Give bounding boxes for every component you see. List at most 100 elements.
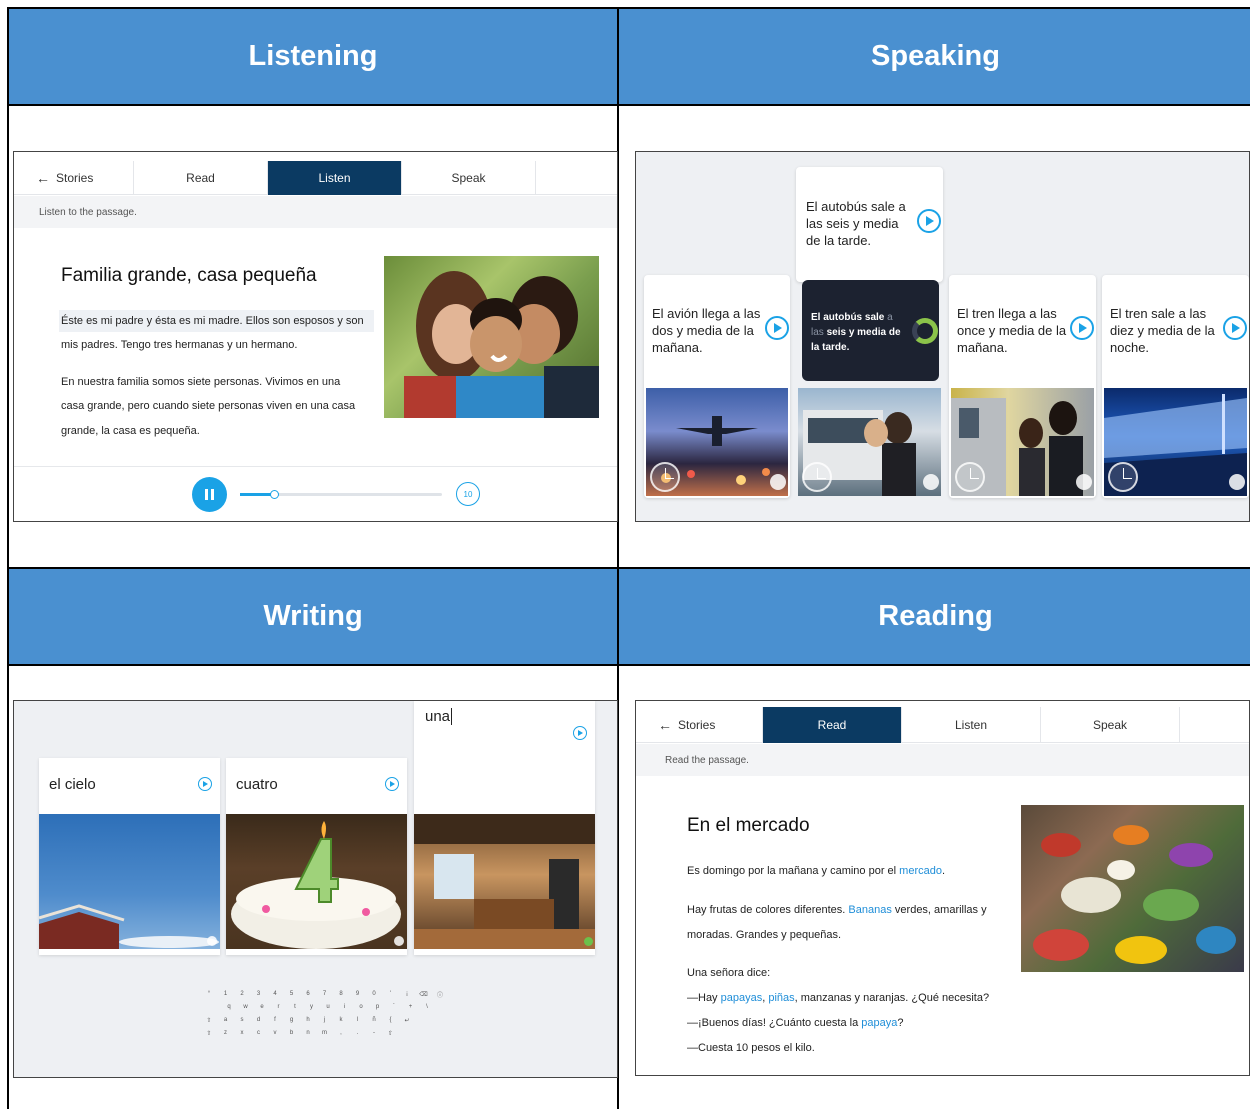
vocab-link-mercado[interactable]: mercado	[899, 865, 942, 877]
keyboard-key[interactable]: z	[218, 1028, 233, 1038]
photo-play-icon[interactable]	[1229, 474, 1245, 490]
vocab-link-bananas[interactable]: Bananas	[848, 904, 891, 916]
play-icon	[578, 730, 583, 736]
photo-play-icon[interactable]	[394, 936, 404, 946]
keyboard-key[interactable]: 8	[334, 989, 348, 999]
keyboard-key[interactable]: k	[334, 1015, 348, 1025]
word-label-sky: el cielo	[49, 776, 96, 793]
keyboard-key[interactable]	[354, 1043, 442, 1053]
keyboard-key[interactable]: 3	[251, 989, 266, 999]
keyboard-key[interactable]	[202, 1043, 260, 1053]
tab-listen[interactable]: Listen	[902, 707, 1041, 743]
keyboard-key[interactable]: y	[304, 1002, 319, 1012]
keyboard-key[interactable]: c	[251, 1028, 266, 1038]
keyboard-key[interactable]: i	[337, 1002, 352, 1012]
progress-handle[interactable]	[270, 490, 279, 499]
keyboard-key[interactable]: f	[268, 1015, 282, 1025]
keyboard-key[interactable]: p	[370, 1002, 385, 1012]
keyboard-key[interactable]: ñ	[367, 1015, 381, 1025]
keyboard-key[interactable]: q	[222, 1002, 236, 1012]
keyboard-key[interactable]: ¡	[400, 989, 414, 999]
night-train-photo	[1104, 388, 1247, 496]
keyboard-key[interactable]: 6	[301, 989, 315, 999]
vocab-link-papayas[interactable]: papayas	[721, 992, 763, 1004]
progress-track[interactable]	[240, 490, 442, 499]
photo-play-icon[interactable]	[207, 936, 217, 946]
keyboard-key[interactable]: j	[317, 1015, 332, 1025]
keyboard-key[interactable]: 0	[367, 989, 381, 999]
card-2-play-button[interactable]	[917, 209, 941, 233]
play-icon	[203, 781, 208, 787]
keyboard-key[interactable]: l	[350, 1015, 365, 1025]
keyboard-key[interactable]: u	[321, 1002, 335, 1012]
card-3-play-button[interactable]	[1070, 316, 1094, 340]
keyboard-key[interactable]: x	[235, 1028, 249, 1038]
keyboard-key[interactable]: e	[255, 1002, 269, 1012]
tab-read[interactable]: Read	[763, 707, 902, 743]
keyboard-key[interactable]: b	[284, 1028, 299, 1038]
keyboard-key[interactable]: w	[238, 1002, 253, 1012]
keyboard-key[interactable]: 1	[218, 989, 233, 999]
writing-screenshot: una el cielo c u a tr o ° 1 2 3 4 5 6 7 8 9 …	[13, 700, 618, 1078]
keyboard-key[interactable]: m	[317, 1028, 332, 1038]
tab-stories[interactable]: ← Stories	[636, 707, 763, 743]
keyboard-key[interactable]: ´	[387, 1002, 401, 1012]
keyboard-spacebar[interactable]	[264, 1043, 344, 1053]
keyboard-key[interactable]: n	[301, 1028, 315, 1038]
keyboard-key[interactable]: -	[367, 1028, 381, 1038]
typing-card-play-button[interactable]	[573, 726, 587, 740]
passage-line-5: grande, la casa es pequeña.	[61, 425, 200, 437]
card-1-play-button[interactable]	[765, 316, 789, 340]
keyboard-key[interactable]: '	[383, 989, 398, 999]
four-play-button[interactable]	[385, 777, 399, 791]
keyboard-key[interactable]: o	[354, 1002, 368, 1012]
keyboard-key[interactable]: r	[271, 1002, 286, 1012]
keyboard-key[interactable]: +	[403, 1002, 418, 1012]
keyboard-key[interactable]	[348, 1043, 352, 1053]
card-4-play-button[interactable]	[1223, 316, 1247, 340]
keyboard-key[interactable]: d	[251, 1015, 266, 1025]
tab-stories[interactable]: ← Stories	[14, 161, 134, 195]
vocab-link-pinas[interactable]: piñas	[768, 992, 794, 1004]
keyboard-key[interactable]: .	[350, 1028, 365, 1038]
keyboard-key[interactable]: ⓘ	[433, 989, 447, 999]
keyboard-key[interactable]: h	[301, 1015, 315, 1025]
keyboard-key[interactable]: {	[383, 1015, 398, 1025]
pause-button[interactable]	[192, 477, 227, 512]
keyboard-key[interactable]: 2	[235, 989, 249, 999]
photo-play-icon[interactable]	[1076, 474, 1092, 490]
tab-listen[interactable]: Listen	[268, 161, 402, 195]
passage-line-2: Hay frutas de colores diferentes. Banana…	[687, 904, 987, 916]
keyboard-key[interactable]: ,	[334, 1028, 348, 1038]
keyboard-key[interactable]: ⇧	[383, 1028, 398, 1038]
keyboard-key[interactable]: ⇧	[202, 1028, 216, 1038]
keyboard-key[interactable]: 5	[284, 989, 299, 999]
card-4: El tren sale a las diez y media de la no…	[1102, 275, 1249, 498]
keyboard-key[interactable]: 4	[268, 989, 282, 999]
keyboard-key[interactable]: ⌫	[416, 989, 431, 999]
keyboard-key[interactable]: \	[420, 1002, 434, 1012]
photo-play-icon[interactable]	[923, 474, 939, 490]
photo-play-icon[interactable]	[770, 474, 786, 490]
card-1: El avión llega a las dos y media de la m…	[644, 275, 790, 498]
answer-input[interactable]: una	[425, 708, 453, 725]
keyboard-key[interactable]: ↵	[400, 1015, 414, 1025]
keyboard-key[interactable]: ⇧	[202, 1015, 216, 1025]
keyboard-key[interactable]: 7	[317, 989, 332, 999]
keyboard-key[interactable]: °	[202, 989, 216, 999]
keyboard-key[interactable]: a	[218, 1015, 233, 1025]
keyboard-key[interactable]: v	[268, 1028, 282, 1038]
rewind-10-button[interactable]: 10	[456, 482, 480, 506]
keyboard-key[interactable]: 9	[350, 989, 365, 999]
recording-panel: El autobús sale a las seis y media de la t…	[802, 280, 939, 381]
sky-play-button[interactable]	[198, 777, 212, 791]
passage-line-3: En nuestra familia somos siete personas.…	[61, 376, 341, 388]
keyboard-key[interactable]: t	[288, 1002, 302, 1012]
keyboard-key[interactable]: g	[284, 1015, 299, 1025]
vocab-link-papaya[interactable]: papaya	[861, 1017, 897, 1029]
progress-fill	[240, 493, 274, 496]
tab-speak[interactable]: Speak	[402, 161, 536, 195]
keyboard-key[interactable]: s	[235, 1015, 249, 1025]
tab-speak[interactable]: Speak	[1041, 707, 1180, 743]
tab-read[interactable]: Read	[134, 161, 268, 195]
